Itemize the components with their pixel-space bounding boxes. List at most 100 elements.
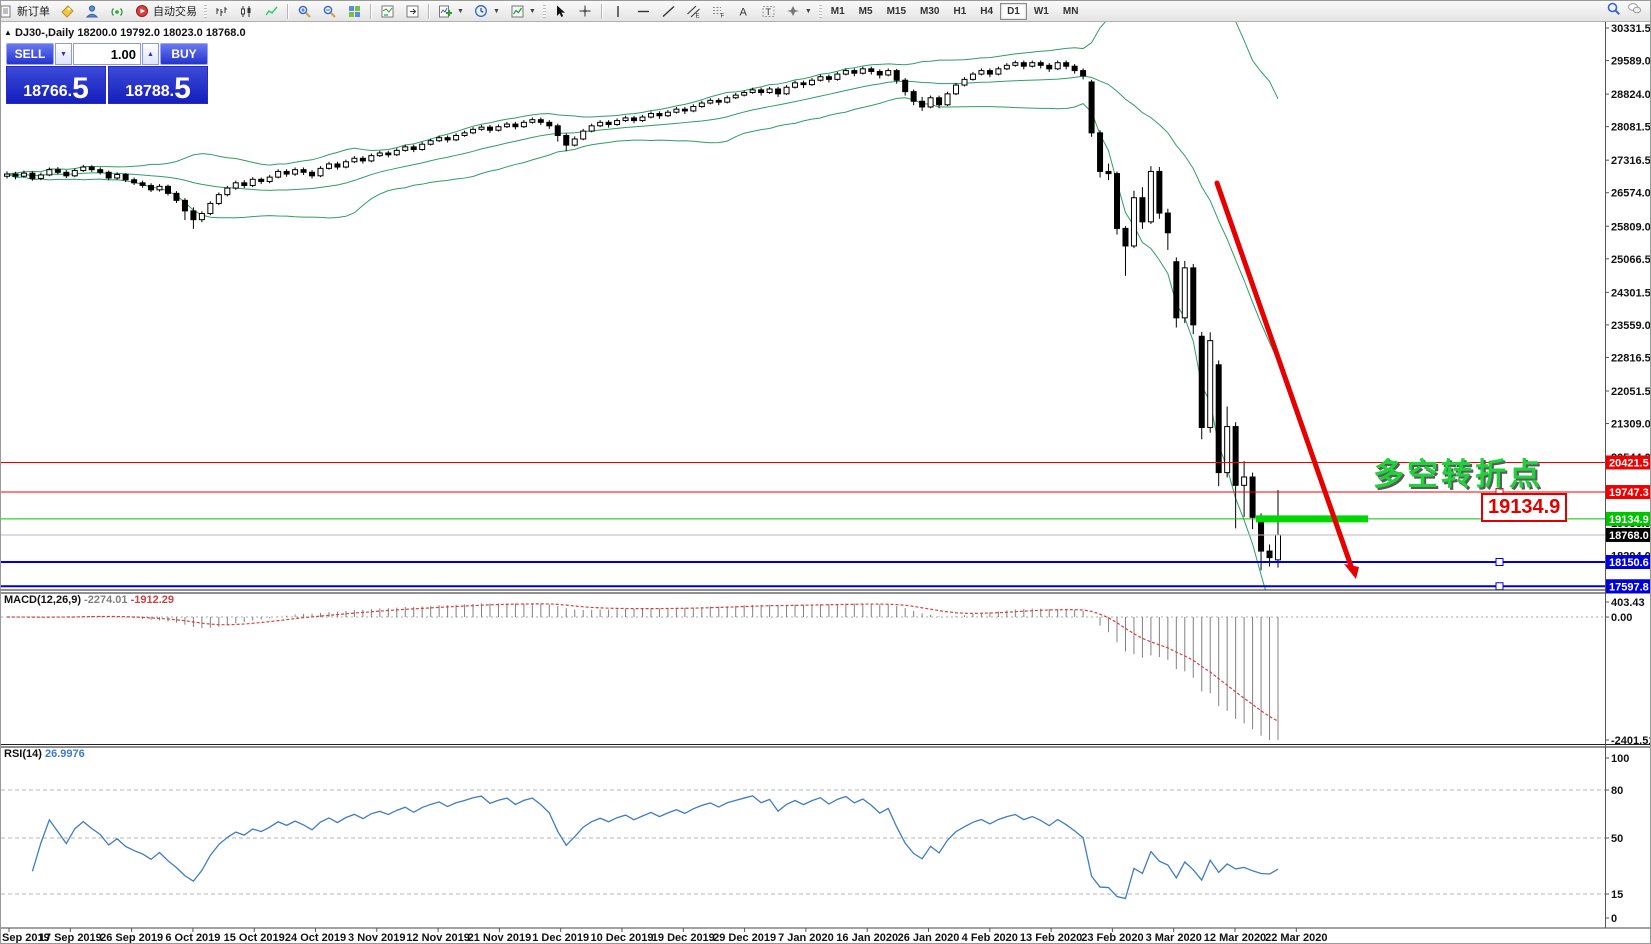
label-tool[interactable]: T — [756, 1, 781, 21]
sell-button[interactable]: SELL — [6, 43, 54, 65]
search-icon — [1606, 1, 1621, 16]
svg-text:12 Nov 2019: 12 Nov 2019 — [406, 932, 470, 944]
buy-price-button[interactable]: 18788.5 — [108, 66, 208, 104]
timeframe-h1-button[interactable]: H1 — [946, 3, 973, 20]
period-selector-button[interactable]: ▼ — [469, 1, 505, 21]
tile-windows-icon — [347, 4, 362, 19]
timeframe-m30-button[interactable]: M30 — [913, 3, 946, 20]
text-tool[interactable]: A — [731, 1, 756, 21]
rsi-panel[interactable] — [1, 790, 1605, 899]
tile-windows-button[interactable] — [342, 1, 367, 21]
price-level-lines — [1, 462, 1605, 589]
cursor-tool-button[interactable] — [548, 1, 573, 21]
support-highlight-segment[interactable] — [1256, 515, 1368, 522]
svg-text:12 Mar 2020: 12 Mar 2020 — [1204, 932, 1266, 944]
line-chart-icon — [264, 4, 279, 19]
vertical-line-tool[interactable] — [606, 1, 631, 21]
svg-text:1 Dec 2019: 1 Dec 2019 — [532, 932, 589, 944]
signal-button[interactable] — [105, 1, 130, 21]
market-watch-button[interactable] — [80, 1, 105, 21]
toolbar-right-group — [1606, 1, 1650, 21]
svg-text:22816.5: 22816.5 — [1611, 352, 1651, 364]
timeframe-h4-button[interactable]: H4 — [973, 3, 1000, 20]
channel-tool[interactable]: E — [681, 1, 706, 21]
svg-text:E: E — [695, 13, 699, 19]
zoom-in-icon — [297, 4, 312, 19]
svg-text:-2401.51: -2401.51 — [1611, 735, 1651, 747]
svg-text:A: A — [739, 6, 747, 18]
turning-point-annotation: 多空转折点 — [1373, 449, 1543, 494]
rsi-value: 26.9976 — [45, 748, 85, 760]
timeframe-m1-button[interactable]: M1 — [824, 3, 852, 20]
line-handle-17597.8[interactable] — [1496, 583, 1503, 590]
rsi-indicator-label: RSI(14) 26.9976 — [4, 748, 85, 760]
template-button[interactable]: ▼ — [505, 1, 541, 21]
timeframe-w1-button[interactable]: W1 — [1027, 3, 1056, 20]
horizontal-line-tool[interactable] — [631, 1, 656, 21]
chart-shift-icon — [405, 4, 420, 19]
add-indicator-button[interactable]: ▼ — [433, 1, 469, 21]
toolbar-separator — [601, 4, 603, 19]
signal-icon — [110, 4, 125, 19]
shapes-icon — [786, 4, 801, 19]
trend-line-tool[interactable] — [656, 1, 681, 21]
line-handle-18150.6[interactable] — [1496, 559, 1503, 566]
timeframe-m15-button[interactable]: M15 — [880, 3, 913, 20]
svg-text:17597.8: 17597.8 — [1609, 581, 1649, 593]
svg-text:28081.5: 28081.5 — [1611, 122, 1651, 134]
macd-main-value: -2274.01 — [84, 594, 127, 606]
toolbar-separator — [428, 4, 430, 19]
fibonacci-icon: F — [711, 4, 726, 19]
timeframe-d1-button[interactable]: D1 — [1000, 3, 1027, 20]
svg-text:21309.0: 21309.0 — [1611, 419, 1651, 431]
macd-indicator-label: MACD(12,26,9) -2274.01 -1912.29 — [4, 594, 174, 606]
chat-icon — [1627, 1, 1642, 16]
vertical-line-icon — [611, 4, 626, 19]
zoom-out-button[interactable] — [317, 1, 342, 21]
volume-input[interactable] — [73, 43, 141, 65]
volume-decrease-button[interactable]: ▼ — [55, 43, 72, 65]
chart-shift-button[interactable] — [400, 1, 425, 21]
svg-text:13 Feb 2020: 13 Feb 2020 — [1020, 932, 1082, 944]
svg-text:19134.9: 19134.9 — [1609, 514, 1649, 526]
crosshair-tool-button[interactable] — [573, 1, 598, 21]
new-order-icon — [1, 4, 14, 19]
macd-panel[interactable] — [1, 603, 1605, 740]
svg-text:15 Oct 2019: 15 Oct 2019 — [224, 932, 285, 944]
buy-price-big-digit: 5 — [174, 76, 191, 101]
svg-text:50: 50 — [1611, 833, 1623, 845]
indicator-window-button[interactable] — [375, 1, 400, 21]
svg-text:17 Sep 2019: 17 Sep 2019 — [39, 932, 102, 944]
volume-increase-button[interactable]: ▲ — [142, 43, 159, 65]
fibonacci-tool[interactable]: F — [706, 1, 731, 21]
price-axis[interactable]: 30331.529589.028824.028081.527316.526574… — [1605, 22, 1651, 928]
zoom-in-button[interactable] — [292, 1, 317, 21]
symbol-period-label: DJ30-,Daily — [15, 27, 74, 39]
svg-text:24 Oct 2019: 24 Oct 2019 — [285, 932, 346, 944]
candlestick-chart-button[interactable] — [234, 1, 259, 21]
buy-button[interactable]: BUY — [160, 43, 208, 65]
period-clock-icon — [474, 4, 489, 19]
svg-text:21 Nov 2019: 21 Nov 2019 — [468, 932, 532, 944]
line-chart-button[interactable] — [259, 1, 284, 21]
auto-trading-button[interactable]: 自动交易 — [130, 1, 202, 21]
price-list-button[interactable] — [55, 1, 80, 21]
chat-button[interactable] — [1627, 1, 1642, 21]
search-button[interactable] — [1606, 1, 1621, 21]
indicator-window-icon — [380, 4, 395, 19]
ohlc-values: 18200.0 19792.0 18023.0 18768.0 — [77, 27, 245, 39]
svg-text:6 Oct 2019: 6 Oct 2019 — [165, 932, 220, 944]
svg-text:0.00: 0.00 — [1611, 612, 1632, 624]
svg-text:10 Dec 2019: 10 Dec 2019 — [591, 932, 654, 944]
sell-price-button[interactable]: 18766.5 — [6, 66, 106, 104]
bar-chart-button[interactable] — [209, 1, 234, 21]
rsi-name: RSI(14) — [4, 748, 42, 760]
new-order-button[interactable]: 新订单 — [1, 1, 55, 21]
collapse-triangle-icon[interactable]: ▲ — [4, 28, 12, 37]
time-axis[interactable]: Sep 201917 Sep 201926 Sep 20196 Oct 2019… — [2, 928, 1327, 944]
svg-text:3 Mar 2020: 3 Mar 2020 — [1146, 932, 1202, 944]
timeframe-m5-button[interactable]: M5 — [852, 3, 880, 20]
macd-signal-line — [7, 604, 1278, 721]
timeframe-mn-button[interactable]: MN — [1056, 3, 1086, 20]
shapes-tool[interactable]: ▼ — [781, 1, 817, 21]
